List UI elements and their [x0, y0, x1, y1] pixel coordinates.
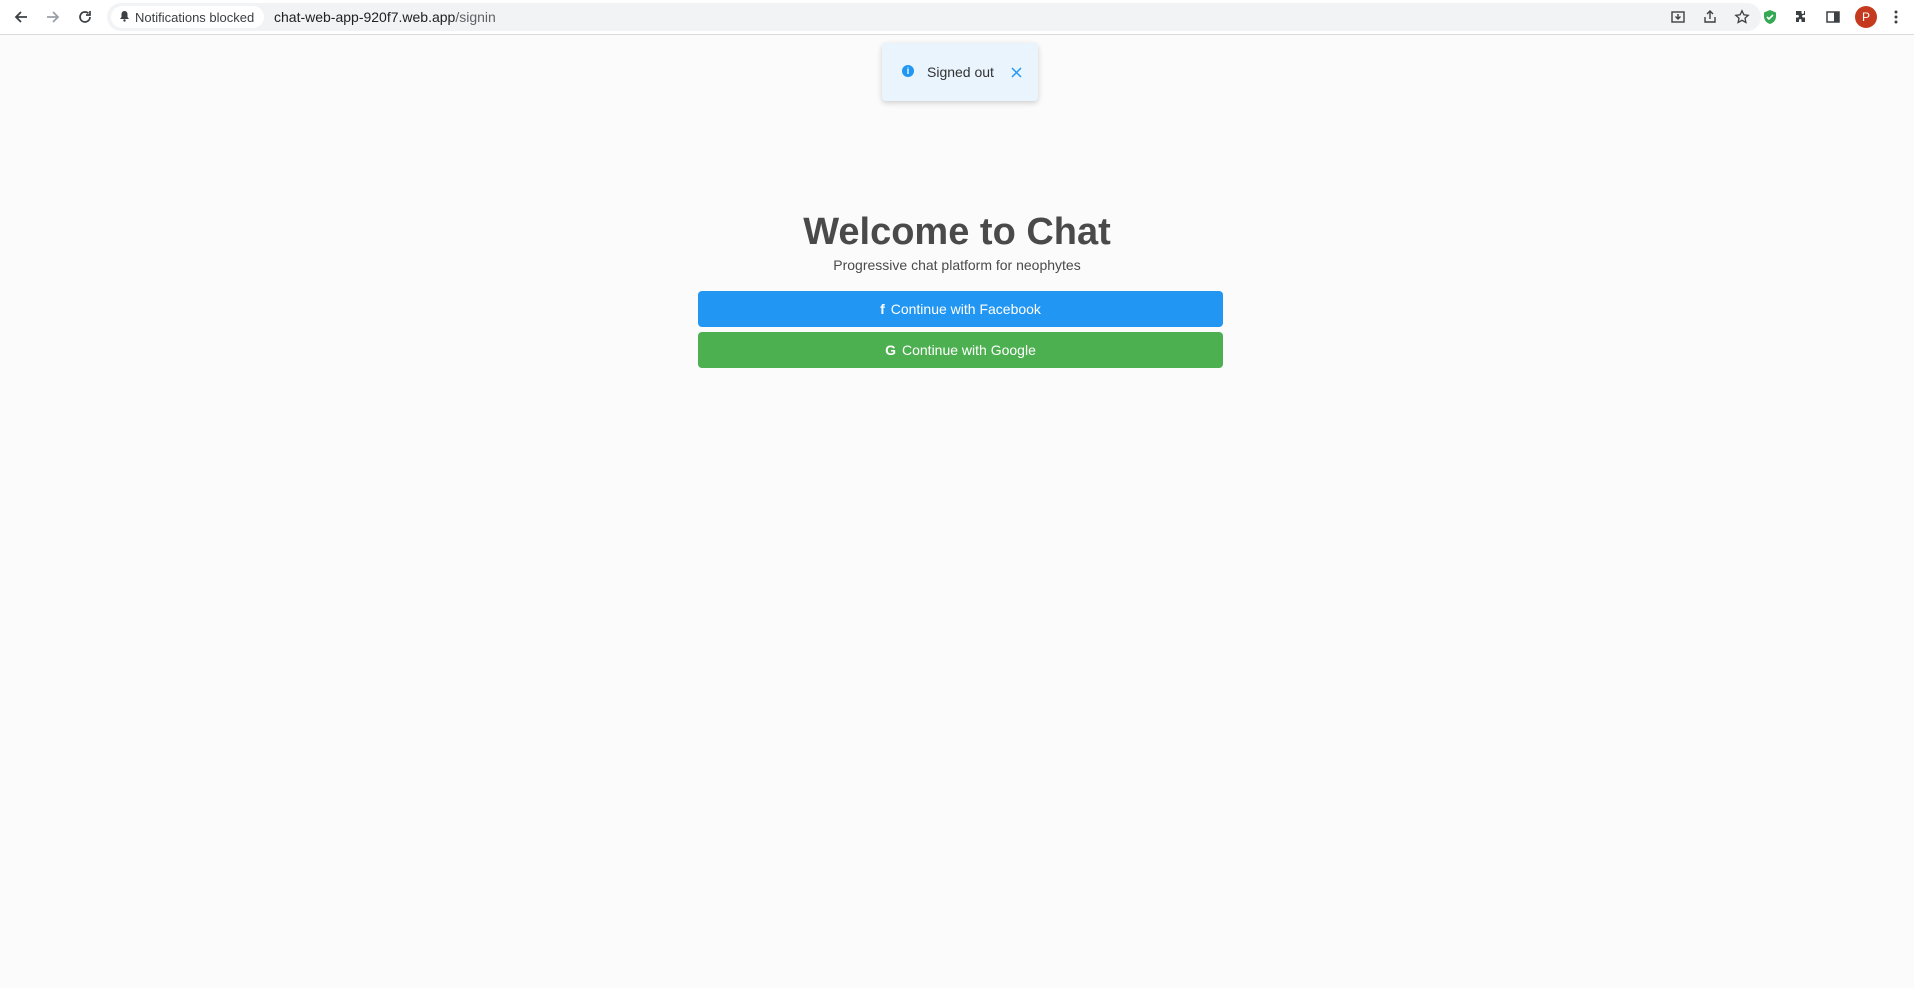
side-panel-icon[interactable]: [1820, 5, 1846, 29]
forward-arrow-icon[interactable]: [40, 5, 66, 29]
facebook-icon: f: [880, 301, 885, 317]
share-icon[interactable]: [1697, 5, 1723, 29]
info-icon: i: [902, 65, 914, 77]
continue-with-facebook-button[interactable]: f Continue with Facebook: [698, 291, 1223, 327]
page-subtitle: Progressive chat platform for neophytes: [833, 257, 1081, 273]
close-icon[interactable]: [1010, 65, 1024, 79]
url-host: chat-web-app-920f7.web.app: [274, 9, 456, 25]
facebook-button-label: Continue with Facebook: [890, 301, 1041, 317]
address-bar[interactable]: Notifications blocked chat-web-app-920f7…: [107, 3, 1761, 31]
profile-avatar[interactable]: P: [1855, 6, 1877, 28]
back-arrow-icon[interactable]: [8, 5, 34, 29]
install-icon[interactable]: [1665, 5, 1691, 29]
kebab-menu-icon[interactable]: [1883, 5, 1909, 29]
notifications-blocked-chip[interactable]: Notifications blocked: [111, 6, 265, 28]
continue-with-google-button[interactable]: G Continue with Google: [698, 332, 1223, 368]
url-path: /signin: [455, 9, 496, 25]
page-title: Welcome to Chat: [803, 211, 1111, 253]
puzzle-icon[interactable]: [1788, 5, 1814, 29]
browser-toolbar: Notifications blocked chat-web-app-920f7…: [0, 0, 1914, 35]
notifications-blocked-label: Notifications blocked: [135, 9, 255, 25]
google-button-label: Continue with Google: [902, 342, 1036, 358]
google-icon: G: [885, 342, 896, 358]
star-icon[interactable]: [1729, 5, 1755, 29]
reload-icon[interactable]: [72, 5, 98, 29]
bell-icon: [119, 10, 130, 25]
shield-icon[interactable]: [1757, 5, 1783, 29]
url-text[interactable]: chat-web-app-920f7.web.app/signin: [274, 3, 496, 31]
signed-out-toast: i Signed out: [882, 43, 1038, 101]
toast-message: Signed out: [927, 64, 994, 80]
